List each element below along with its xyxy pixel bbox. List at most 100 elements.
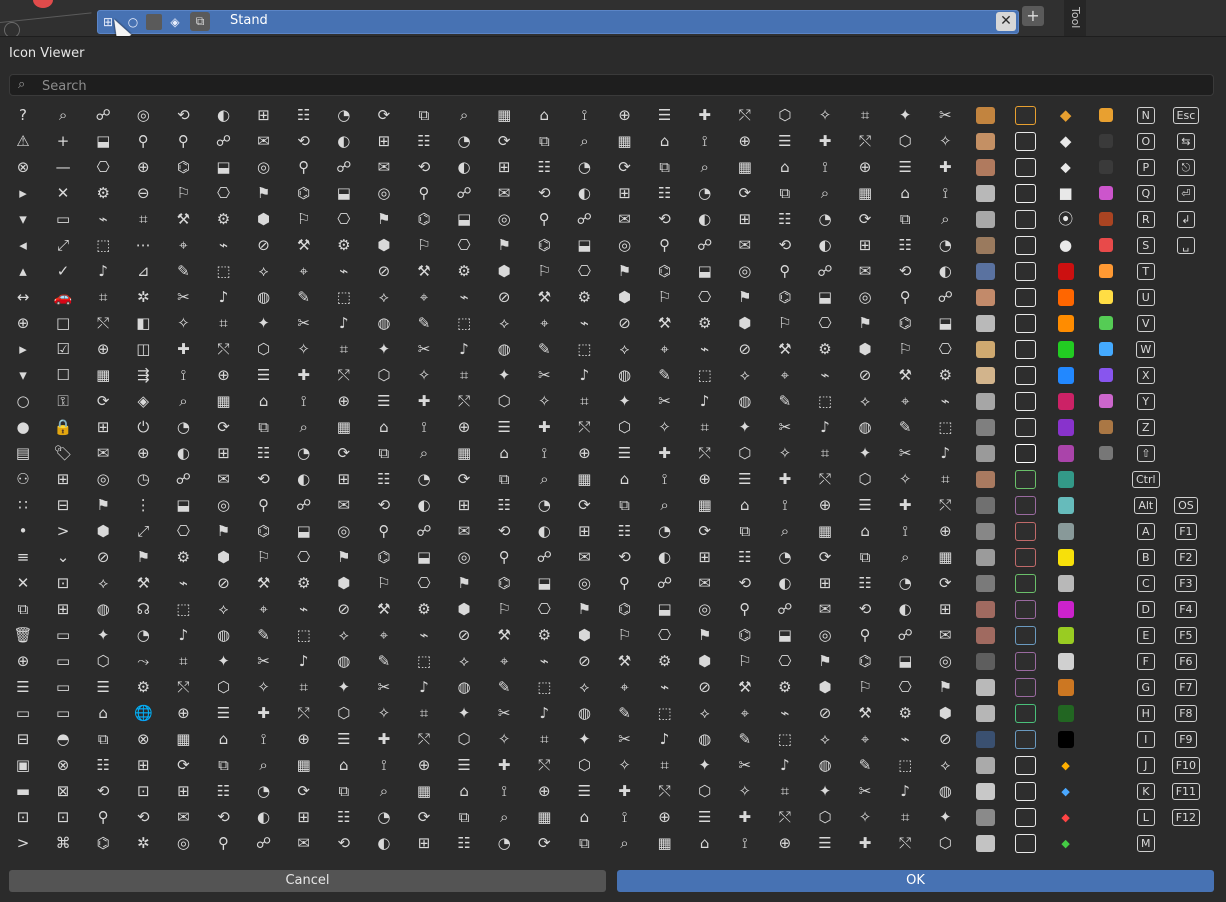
icon-cell[interactable]: ⚑ <box>848 311 882 335</box>
icon-cell[interactable]: ✂ <box>928 103 962 127</box>
icon-cell[interactable] <box>1089 805 1123 829</box>
icon-cell[interactable]: ◔ <box>567 155 601 179</box>
icon-cell[interactable]: ⬢ <box>367 233 401 257</box>
icon-cell[interactable]: • <box>6 519 40 543</box>
icon-cell[interactable]: ⚲ <box>287 155 321 179</box>
icon-cell[interactable] <box>1089 311 1123 335</box>
icon-cell[interactable]: ⧉ <box>728 519 762 543</box>
icon-cell[interactable] <box>968 519 1002 543</box>
icon-cell[interactable]: Esc <box>1169 103 1203 127</box>
icon-cell[interactable]: ⚙ <box>688 311 722 335</box>
icon-cell[interactable]: ☍ <box>287 493 321 517</box>
icon-cell[interactable]: ✦ <box>728 415 762 439</box>
icon-cell[interactable] <box>1049 259 1083 283</box>
icon-cell[interactable]: ✂ <box>527 363 561 387</box>
icon-cell[interactable]: ⟳ <box>567 493 601 517</box>
icon-cell[interactable] <box>1089 597 1123 621</box>
icon-cell[interactable]: ☍ <box>407 519 441 543</box>
icon-cell[interactable]: ☷ <box>367 467 401 491</box>
icon-cell[interactable]: ✉ <box>247 129 281 153</box>
icon-cell[interactable]: ▦ <box>447 441 481 465</box>
icon-cell[interactable]: ⟡ <box>848 389 882 413</box>
icon-cell[interactable]: ⊕ <box>407 753 441 777</box>
icon-cell[interactable]: ⬓ <box>166 493 200 517</box>
icon-cell[interactable]: ⚙ <box>567 285 601 309</box>
icon-cell[interactable] <box>1009 259 1043 283</box>
icon-cell[interactable]: ⬡ <box>207 675 241 699</box>
icon-cell[interactable]: ◔ <box>126 623 160 647</box>
icon-cell[interactable]: ⬡ <box>86 649 120 673</box>
icon-cell[interactable]: ▦ <box>86 363 120 387</box>
icon-cell[interactable]: ◆ <box>1049 753 1083 777</box>
icon-cell[interactable]: ◐ <box>207 103 241 127</box>
icon-cell[interactable]: ⦿ <box>1049 207 1083 231</box>
icon-cell[interactable]: ⬓ <box>688 259 722 283</box>
icon-cell[interactable]: F12 <box>1169 805 1203 829</box>
icon-cell[interactable] <box>1089 649 1123 673</box>
icon-cell[interactable]: ✦ <box>327 675 361 699</box>
icon-cell[interactable]: U <box>1129 285 1163 309</box>
icon-cell[interactable]: ◆ <box>1049 831 1083 855</box>
icon-cell[interactable]: ◎ <box>567 571 601 595</box>
icon-cell[interactable]: ☰ <box>688 805 722 829</box>
icon-cell[interactable]: ⚑ <box>928 675 962 699</box>
icon-cell[interactable]: ⌁ <box>928 389 962 413</box>
icon-cell[interactable]: ◎ <box>247 155 281 179</box>
icon-cell[interactable]: ☷ <box>608 519 642 543</box>
icon-cell[interactable]: ◐ <box>407 493 441 517</box>
icon-cell[interactable]: ⚲ <box>527 207 561 231</box>
icon-cell[interactable]: ✚ <box>848 831 882 855</box>
icon-cell[interactable]: ⧉ <box>648 155 682 179</box>
icon-cell[interactable]: ▦ <box>608 129 642 153</box>
icon-cell[interactable]: ⟡ <box>808 727 842 751</box>
icon-cell[interactable]: ✉ <box>608 207 642 231</box>
icon-cell[interactable]: ✧ <box>367 701 401 725</box>
icon-cell[interactable]: ⊕ <box>567 441 601 465</box>
icon-cell[interactable]: ✚ <box>928 155 962 179</box>
icon-cell[interactable]: ◆ <box>1049 779 1083 803</box>
icon-cell[interactable]: ⌗ <box>407 701 441 725</box>
icon-cell[interactable]: ◐ <box>768 571 802 595</box>
icon-cell[interactable]: ⌂ <box>86 701 120 725</box>
icon-cell[interactable]: G <box>1129 675 1163 699</box>
icon-cell[interactable]: ✂ <box>648 389 682 413</box>
icon-cell[interactable]: ⟲ <box>888 259 922 283</box>
icon-cell[interactable]: ⬢ <box>207 545 241 569</box>
search-input[interactable] <box>40 76 1194 96</box>
icon-cell[interactable]: ✧ <box>728 779 762 803</box>
icon-cell[interactable]: ⬓ <box>447 207 481 231</box>
icon-cell[interactable]: ◐ <box>648 545 682 569</box>
icon-cell[interactable]: ✧ <box>166 311 200 335</box>
icon-cell[interactable]: ⊞ <box>447 493 481 517</box>
icon-cell[interactable]: ⊘ <box>608 311 642 335</box>
icon-cell[interactable]: ? <box>6 103 40 127</box>
icon-cell[interactable]: ⌖ <box>407 285 441 309</box>
icon-cell[interactable]: ⎔ <box>928 337 962 361</box>
icon-cell[interactable]: ⊕ <box>808 493 842 517</box>
icon-cell[interactable]: B <box>1129 545 1163 569</box>
icon-cell[interactable] <box>968 129 1002 153</box>
icon-cell[interactable]: ⟳ <box>688 519 722 543</box>
icon-cell[interactable]: ☷ <box>407 129 441 153</box>
icon-cell[interactable]: ⌕ <box>768 519 802 543</box>
icon-cell[interactable]: ♪ <box>86 259 120 283</box>
icon-cell[interactable]: ☍ <box>327 155 361 179</box>
icon-cell[interactable]: ✎ <box>888 415 922 439</box>
icon-cell[interactable]: ⚑ <box>487 233 521 257</box>
icon-cell[interactable]: ⬓ <box>86 129 120 153</box>
icon-cell[interactable]: ⚇ <box>6 467 40 491</box>
icon-cell[interactable]: ⬓ <box>567 233 601 257</box>
icon-cell[interactable]: ◔ <box>527 493 561 517</box>
icon-cell[interactable]: ⌬ <box>728 623 762 647</box>
icon-cell[interactable] <box>1089 337 1123 361</box>
icon-cell[interactable]: ⟟ <box>527 441 561 465</box>
icon-cell[interactable]: ⌂ <box>567 805 601 829</box>
icon-cell[interactable]: ⊡ <box>46 571 80 595</box>
icon-cell[interactable] <box>1049 337 1083 361</box>
icon-cell[interactable]: ⚲ <box>648 233 682 257</box>
icon-cell[interactable]: OS <box>1169 493 1203 517</box>
icon-cell[interactable]: ⤢ <box>126 519 160 543</box>
icon-cell[interactable]: ⚲ <box>367 519 401 543</box>
icon-cell[interactable]: ⊕ <box>728 129 762 153</box>
icon-cell[interactable]: ⟲ <box>848 597 882 621</box>
